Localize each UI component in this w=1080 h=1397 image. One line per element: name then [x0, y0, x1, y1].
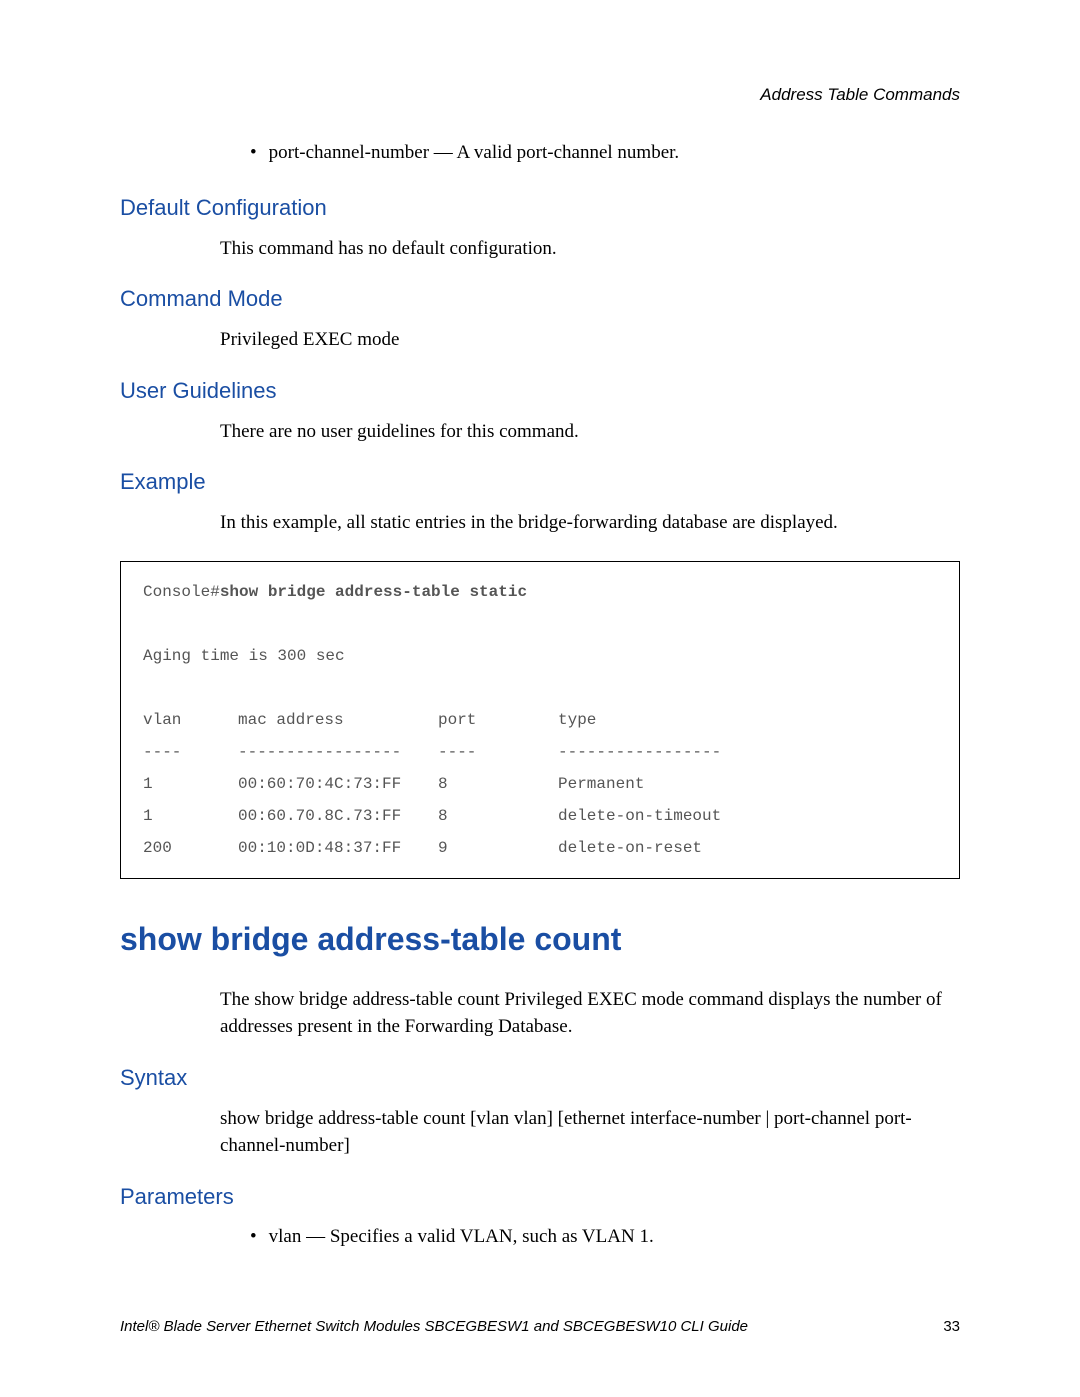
cell-type: Permanent	[558, 768, 937, 800]
cell-port: 8	[438, 768, 558, 800]
heading-parameters: Parameters	[120, 1184, 960, 1210]
command-description: The show bridge address-table count Priv…	[220, 986, 960, 1041]
cell-vlan: 200	[143, 832, 238, 864]
cell-port: 8	[438, 800, 558, 832]
cell-type: delete-on-reset	[558, 832, 937, 864]
console-aging: Aging time is 300 sec	[143, 640, 937, 672]
cell-vlan: 1	[143, 800, 238, 832]
body-default-configuration: This command has no default configuratio…	[220, 235, 960, 263]
page-number: 33	[943, 1318, 960, 1335]
console-blank	[143, 672, 937, 704]
table-header: vlan mac address port type	[143, 704, 937, 736]
table-separator: ---- ----------------- ---- ------------…	[143, 736, 937, 768]
heading-command-mode: Command Mode	[120, 286, 960, 312]
page-footer: Intel® Blade Server Ethernet Switch Modu…	[120, 1318, 960, 1335]
running-header: Address Table Commands	[760, 85, 960, 105]
cell-mac: 00:60:70:4C:73:FF	[238, 768, 438, 800]
body-user-guidelines: There are no user guidelines for this co…	[220, 418, 960, 446]
heading-example: Example	[120, 469, 960, 495]
console-line: Console# show bridge address-table stati…	[143, 576, 937, 608]
footer-title: Intel® Blade Server Ethernet Switch Modu…	[120, 1318, 748, 1335]
sep-vlan: ----	[143, 736, 238, 768]
cell-vlan: 1	[143, 768, 238, 800]
console-command: show bridge address-table static	[220, 576, 527, 608]
console-output: Console# show bridge address-table stati…	[120, 561, 960, 879]
cell-type: delete-on-timeout	[558, 800, 937, 832]
col-vlan: vlan	[143, 704, 238, 736]
heading-syntax: Syntax	[120, 1065, 960, 1091]
sep-type: -----------------	[558, 736, 937, 768]
command-title: show bridge address-table count	[120, 921, 960, 958]
cell-mac: 00:10:0D:48:37:FF	[238, 832, 438, 864]
body-command-mode: Privileged EXEC mode	[220, 326, 960, 354]
heading-default-configuration: Default Configuration	[120, 195, 960, 221]
body-syntax: show bridge address-table count [vlan vl…	[220, 1105, 960, 1160]
table-row: 1 00:60:70:4C:73:FF 8 Permanent	[143, 768, 937, 800]
body-example: In this example, all static entries in t…	[220, 509, 960, 537]
table-row: 200 00:10:0D:48:37:FF 9 delete-on-reset	[143, 832, 937, 864]
bullet-text: port-channel-number — A valid port-chann…	[269, 140, 680, 167]
table-row: 1 00:60.70.8C.73:FF 8 delete-on-timeout	[143, 800, 937, 832]
console-prompt: Console#	[143, 576, 220, 608]
col-mac: mac address	[238, 704, 438, 736]
cell-port: 9	[438, 832, 558, 864]
sep-port: ----	[438, 736, 558, 768]
bullet-icon: •	[250, 1224, 257, 1251]
bullet-text: vlan — Specifies a valid VLAN, such as V…	[269, 1224, 654, 1251]
bullet-port-channel: • port-channel-number — A valid port-cha…	[250, 140, 960, 167]
bullet-icon: •	[250, 140, 257, 167]
page-content: • port-channel-number — A valid port-cha…	[120, 140, 960, 1251]
cell-mac: 00:60.70.8C.73:FF	[238, 800, 438, 832]
col-type: type	[558, 704, 937, 736]
sep-mac: -----------------	[238, 736, 438, 768]
col-port: port	[438, 704, 558, 736]
bullet-vlan: • vlan — Specifies a valid VLAN, such as…	[250, 1224, 960, 1251]
heading-user-guidelines: User Guidelines	[120, 378, 960, 404]
console-blank	[143, 608, 937, 640]
